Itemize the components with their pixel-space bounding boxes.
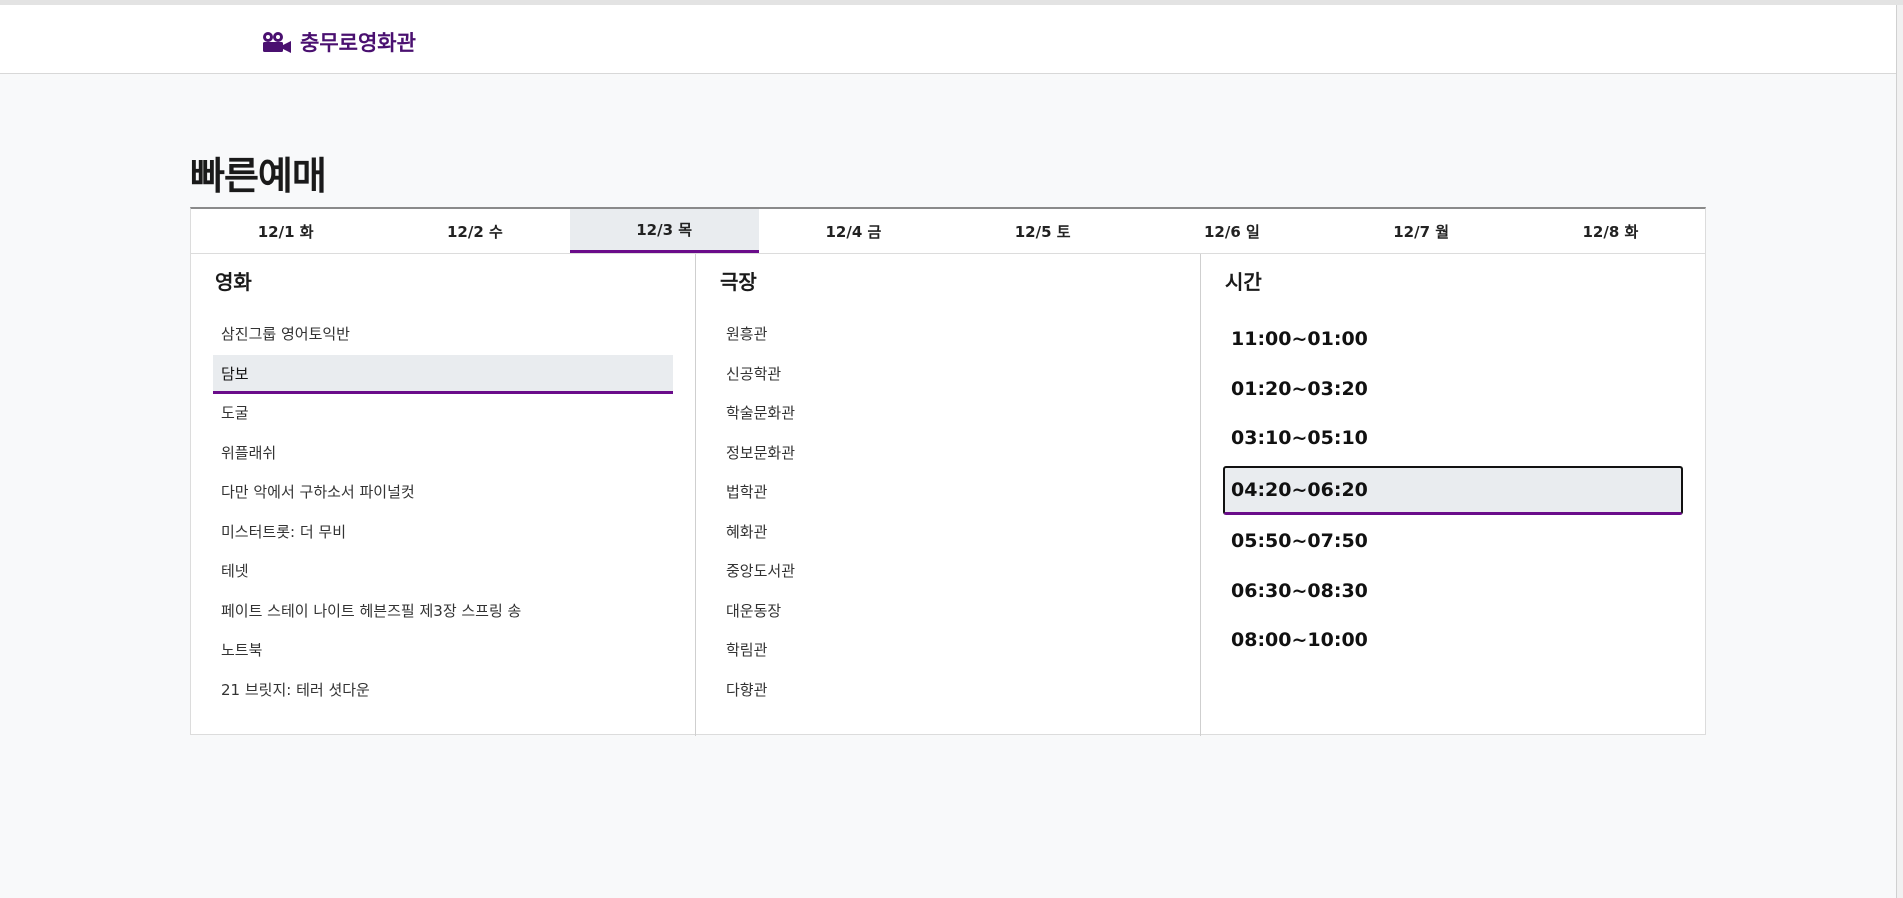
movie-camera-icon — [262, 31, 292, 53]
booking-panel: 12/1 화 12/2 수 12/3 목 12/4 금 12/5 토 12/6 … — [190, 207, 1706, 736]
time-column: 시간 11:00~01:00 01:20~03:20 03:10~05:10 0… — [1201, 254, 1705, 736]
scrollbar[interactable] — [1896, 5, 1903, 898]
movie-column-heading: 영화 — [215, 270, 252, 294]
date-tabs: 12/1 화 12/2 수 12/3 목 12/4 금 12/5 토 12/6 … — [191, 209, 1705, 254]
movie-item[interactable]: 도굴 — [213, 394, 673, 434]
theater-item[interactable]: 정보문화관 — [718, 434, 1178, 474]
movie-item[interactable]: 삼진그룹 영어토익반 — [213, 315, 673, 355]
site-header: 충무로영화관 — [0, 5, 1903, 74]
showtime-item[interactable]: 08:00~10:00 — [1223, 616, 1683, 666]
showtime-item[interactable]: 01:20~03:20 — [1223, 365, 1683, 415]
brand-logo[interactable]: 충무로영화관 — [262, 27, 416, 57]
theater-item[interactable]: 법학관 — [718, 473, 1178, 513]
date-tab[interactable]: 12/3 목 — [569, 209, 759, 253]
movie-item[interactable]: 위플래쉬 — [213, 434, 673, 474]
page-title: 빠른예매 — [190, 154, 327, 198]
theater-item[interactable]: 학술문화관 — [718, 394, 1178, 434]
date-tab[interactable]: 12/8 화 — [1516, 209, 1705, 253]
movie-item[interactable]: 담보 — [213, 354, 673, 394]
brand-name: 충무로영화관 — [300, 31, 416, 55]
date-tab[interactable]: 12/7 월 — [1327, 209, 1516, 253]
time-column-heading: 시간 — [1225, 270, 1262, 294]
theater-item[interactable]: 다향관 — [718, 671, 1178, 711]
theater-item[interactable]: 원흥관 — [718, 315, 1178, 355]
date-tab[interactable]: 12/5 토 — [948, 209, 1137, 253]
theater-item[interactable]: 신공학관 — [718, 355, 1178, 395]
showtime-item[interactable]: 06:30~08:30 — [1223, 567, 1683, 617]
showtime-item[interactable]: 03:10~05:10 — [1223, 414, 1683, 464]
movie-item[interactable]: 다만 악에서 구하소서 파이널컷 — [213, 473, 673, 513]
movie-item[interactable]: 페이트 스테이 나이트 헤븐즈필 제3장 스프링 송 — [213, 592, 673, 632]
theater-column: 극장 원흥관 신공학관 학술문화관 정보문화관 법학관 혜화관 중앙도서관 대운… — [696, 254, 1201, 736]
movie-item[interactable]: 21 브릿지: 테러 셧다운 — [213, 671, 673, 711]
theater-item[interactable]: 학림관 — [718, 631, 1178, 671]
movie-column: 영화 삼진그룹 영어토익반 담보 도굴 위플래쉬 다만 악에서 구하소서 파이널… — [191, 254, 696, 736]
movie-item[interactable]: 미스터트롯: 더 무비 — [213, 513, 673, 553]
theater-item[interactable]: 혜화관 — [718, 513, 1178, 553]
theater-column-heading: 극장 — [720, 270, 757, 294]
movie-item[interactable]: 노트북 — [213, 631, 673, 671]
theater-item[interactable]: 대운동장 — [718, 592, 1178, 632]
movie-item[interactable]: 테넷 — [213, 552, 673, 592]
showtime-item[interactable]: 11:00~01:00 — [1223, 315, 1683, 365]
theater-item[interactable]: 중앙도서관 — [718, 552, 1178, 592]
showtime-item[interactable]: 05:50~07:50 — [1223, 517, 1683, 567]
date-tab[interactable]: 12/6 일 — [1137, 209, 1326, 253]
date-tab[interactable]: 12/2 수 — [380, 209, 569, 253]
date-tab[interactable]: 12/4 금 — [759, 209, 948, 253]
date-tab[interactable]: 12/1 화 — [191, 209, 380, 253]
showtime-item[interactable]: 04:20~06:20 — [1223, 465, 1683, 515]
